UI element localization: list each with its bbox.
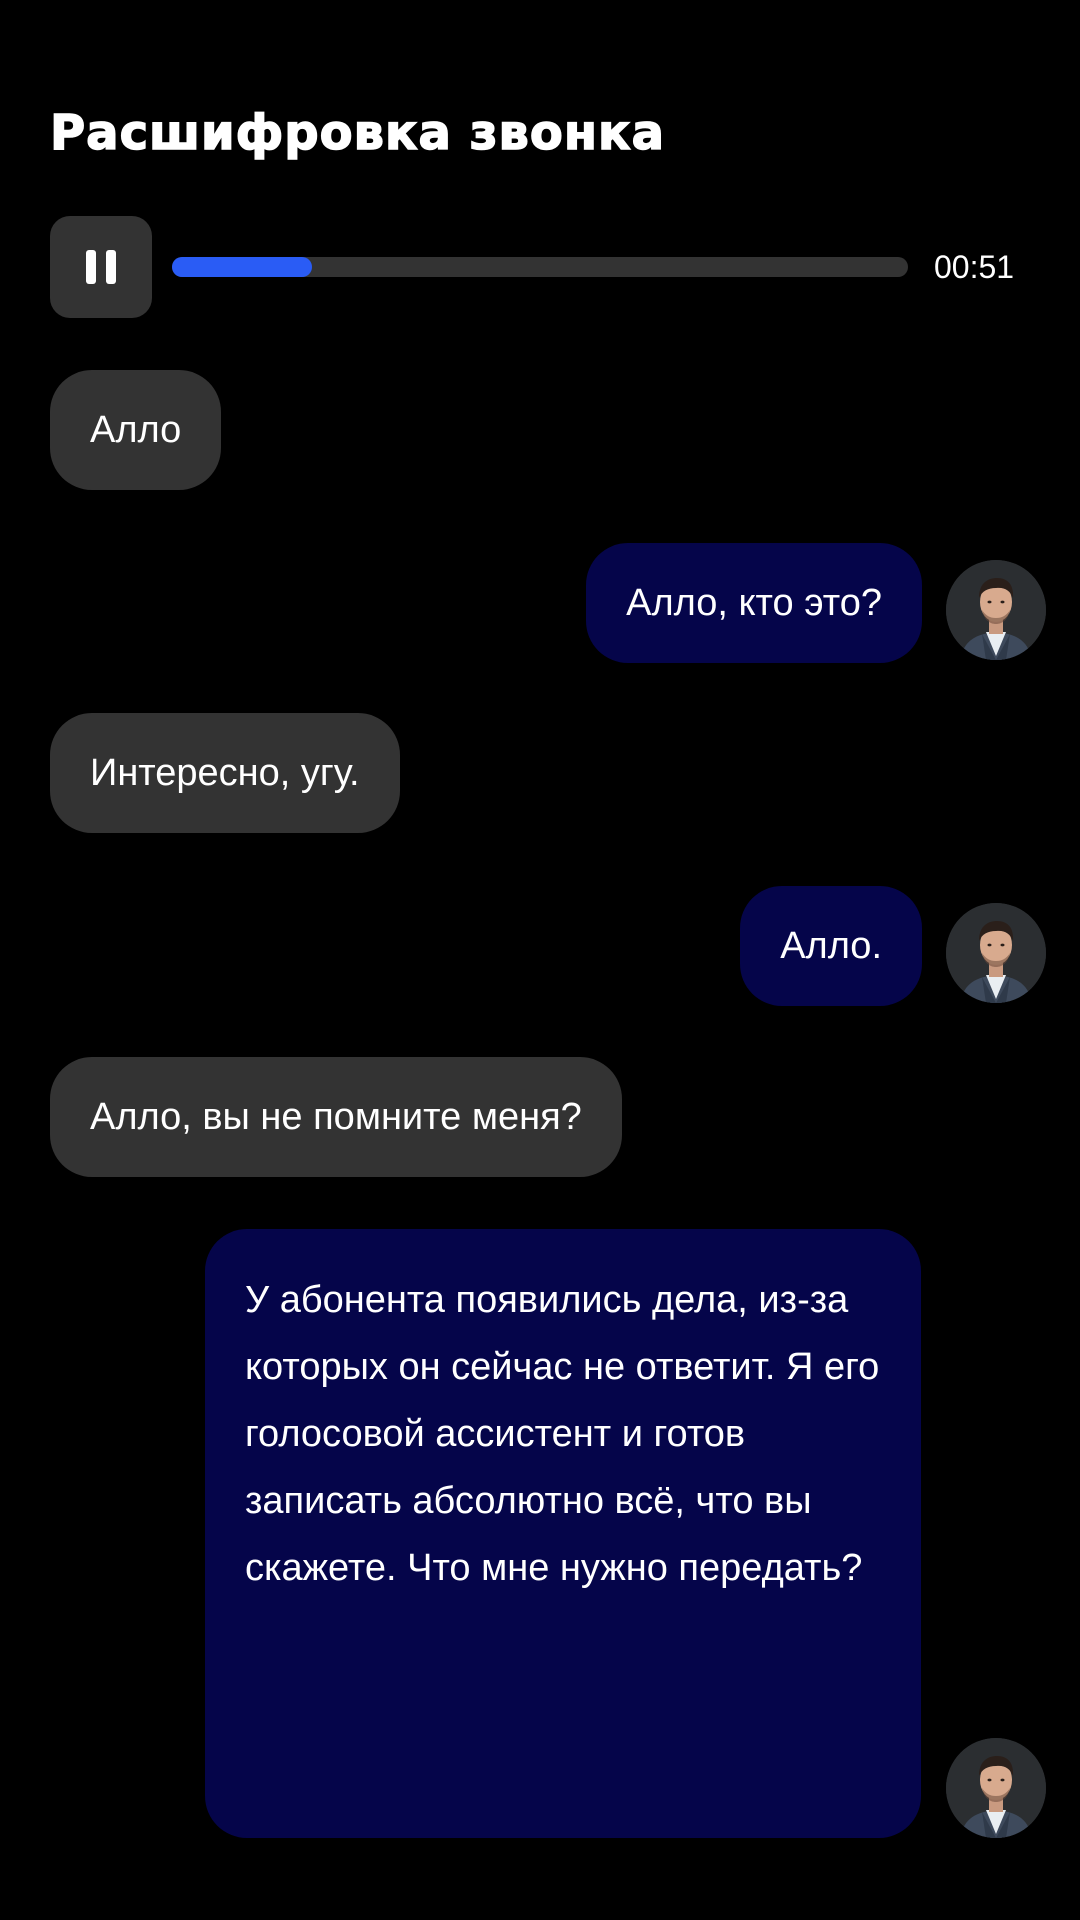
message-incoming: Алло, вы не помните меня? (50, 1057, 622, 1177)
message-text: Алло, вы не помните меня? (90, 1096, 582, 1138)
message-text: Интересно, угу. (90, 752, 360, 794)
progress-fill (172, 257, 312, 277)
message-incoming: Интересно, угу. (50, 713, 400, 833)
message-text: Алло (90, 409, 182, 451)
message-text: Алло. (780, 925, 882, 967)
audio-player: 00:51 (50, 216, 1050, 318)
page-title: Расшифровка звонка (49, 104, 666, 162)
message-outgoing: Алло. (740, 886, 922, 1006)
avatar (946, 1738, 1046, 1838)
message-outgoing: У абонента появились дела, из-за которых… (205, 1229, 921, 1838)
message-outgoing: Алло, кто это? (586, 543, 922, 663)
avatar (946, 903, 1046, 1003)
message-incoming: Алло (50, 370, 222, 490)
message-text: У абонента появились дела, из-за которых… (245, 1279, 880, 1589)
playback-time: 00:51 (934, 249, 1015, 285)
pause-button[interactable] (50, 216, 152, 318)
avatar (946, 560, 1046, 660)
progress-slider[interactable] (172, 257, 908, 277)
message-text: Алло, кто это? (626, 582, 882, 624)
